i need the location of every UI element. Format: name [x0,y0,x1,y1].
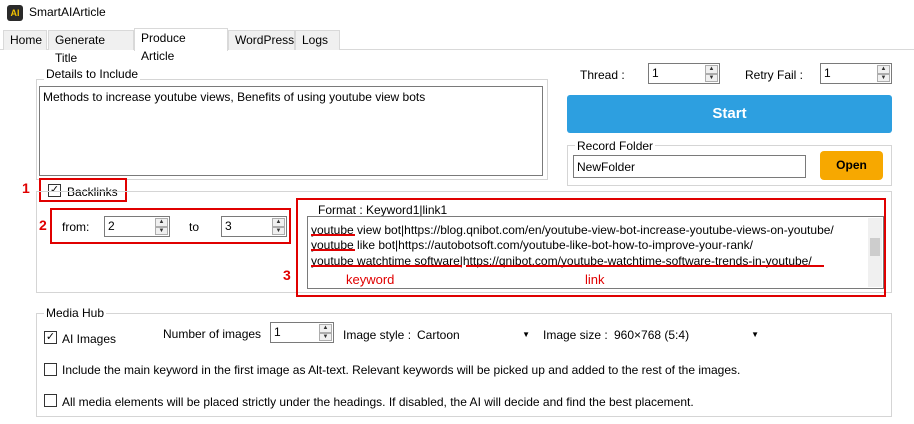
thread-value: 1 [652,66,659,80]
keyword-underline [311,249,355,251]
details-textarea[interactable]: Methods to increase youtube views, Benef… [39,86,543,176]
scrollbar-thumb[interactable] [870,238,880,256]
tab-wordpress[interactable]: WordPress [228,30,295,50]
app-icon: AI [7,5,23,21]
from-up-icon[interactable]: ▲ [155,218,168,227]
format-label: Format : Keyword1|link1 [318,203,448,217]
thread-stepper[interactable]: 1 ▲ ▼ [648,63,720,84]
link-underline [466,265,824,267]
details-group-label: Details to Include [44,67,141,81]
retry-value: 1 [824,66,831,80]
to-up-icon[interactable]: ▲ [272,218,285,227]
from-label: from: [62,220,90,234]
record-folder-label: Record Folder [575,139,656,153]
ai-images-checkbox[interactable]: ✓ [44,331,57,344]
placement-option-label: All media elements will be placed strict… [62,395,694,409]
keyword-annotation: keyword [346,272,395,287]
tab-home[interactable]: Home [3,30,47,50]
title-bar: AI SmartAIArticle [0,0,914,28]
from-down-icon[interactable]: ▼ [155,226,168,235]
image-style-label: Image style : [343,328,412,342]
media-hub-label: Media Hub [44,306,107,320]
to-stepper[interactable]: 3 ▲ ▼ [221,216,287,237]
record-folder-value: NewFolder [577,160,636,174]
retry-down-icon[interactable]: ▼ [877,73,890,82]
details-text: Methods to increase youtube views, Benef… [43,90,426,104]
tab-logs[interactable]: Logs [295,30,340,50]
app-title: SmartAIArticle [29,5,106,19]
link-annotation: link [585,272,605,287]
image-size-select[interactable]: 960×768 (5:4) ▼ [611,323,761,344]
thread-up-icon[interactable]: ▲ [705,65,718,74]
keyword-underline [311,234,355,236]
image-style-value: Cartoon [417,328,460,342]
backlink-line-2: youtube like bot|https://autobotsoft.com… [311,238,753,252]
image-size-value: 960×768 (5:4) [614,328,690,342]
record-folder-input[interactable]: NewFolder [573,155,806,178]
placement-checkbox[interactable] [44,394,57,407]
annotation-3: 3 [283,267,291,283]
annotation-2: 2 [39,217,47,233]
from-value: 2 [108,219,115,233]
backlink-line-1: youtube view bot|https://blog.qnibot.com… [311,223,834,237]
ai-images-label: AI Images [62,332,117,346]
num-images-up-icon[interactable]: ▲ [319,324,332,333]
image-style-select[interactable]: Cartoon ▼ [414,323,532,344]
keyword-underline [311,265,462,267]
alt-text-option-label: Include the main keyword in the first im… [62,363,741,377]
open-button[interactable]: Open [820,151,883,180]
chevron-down-icon: ▼ [522,330,530,339]
tab-generate-title[interactable]: Generate Title [48,30,134,65]
tab-produce-article[interactable]: Produce Article [134,28,228,63]
retry-stepper[interactable]: 1 ▲ ▼ [820,63,892,84]
thread-label: Thread : [580,68,625,82]
num-images-stepper[interactable]: 1 ▲ ▼ [270,322,334,343]
thread-down-icon[interactable]: ▼ [705,73,718,82]
backlinks-scrollbar[interactable] [868,218,882,287]
retry-up-icon[interactable]: ▲ [877,65,890,74]
retry-label: Retry Fail : [745,68,804,82]
from-stepper[interactable]: 2 ▲ ▼ [104,216,170,237]
tab-strip: Home Generate Title Produce Article Word… [0,28,914,65]
to-value: 3 [225,219,232,233]
num-images-label: Number of images [163,327,262,341]
to-down-icon[interactable]: ▼ [272,226,285,235]
image-size-label: Image size : [543,328,608,342]
num-images-value: 1 [274,325,281,339]
start-button[interactable]: Start [567,95,892,133]
num-images-down-icon[interactable]: ▼ [319,332,332,341]
to-label: to [189,220,200,234]
alt-text-checkbox[interactable] [44,363,57,376]
annotation-1: 1 [22,180,30,196]
chevron-down-icon: ▼ [751,330,759,339]
